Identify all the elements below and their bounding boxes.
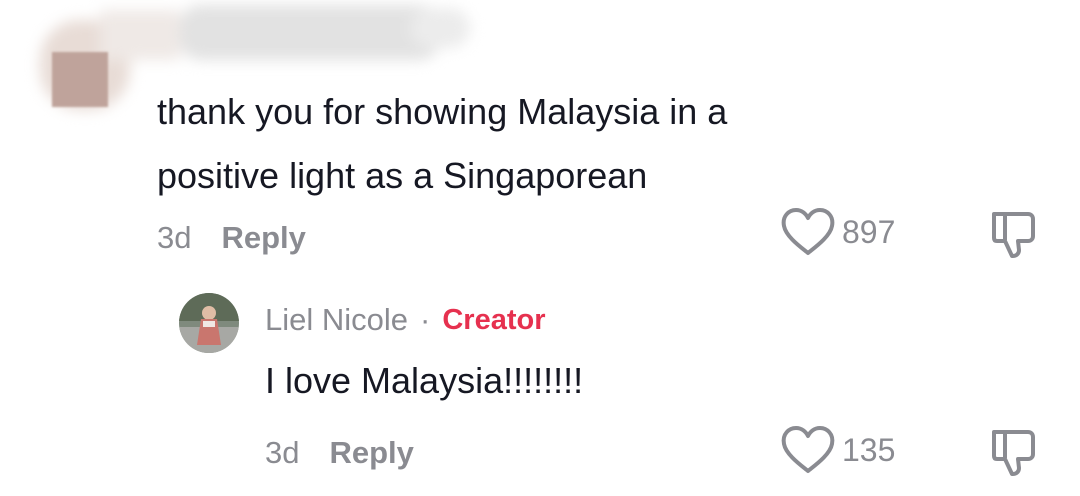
reply-like-count: 135 [842, 431, 896, 468]
heart-outline-icon [781, 208, 835, 255]
comment-reply-button[interactable]: Reply [221, 220, 305, 256]
reply-reply-button[interactable]: Reply [329, 435, 413, 471]
comment-text-line2: positive light as a Singaporean [157, 155, 648, 196]
reply-header: Liel Nicole · Creator [265, 302, 546, 338]
comment-text-line1: thank you for showing Malaysia in a [157, 91, 728, 132]
creator-badge: Creator [442, 303, 546, 336]
avatar-photo [179, 293, 239, 353]
comment-meta: 3d Reply [157, 220, 306, 256]
reply-meta: 3d Reply [265, 435, 414, 471]
comment-like-button[interactable]: 897 [780, 206, 895, 258]
thumbs-down-icon [992, 212, 1035, 258]
reply-username[interactable]: Liel Nicole [265, 302, 408, 338]
thumbs-down-icon [992, 430, 1035, 476]
reply-like-button[interactable]: 135 [780, 424, 895, 476]
reply-timestamp: 3d [265, 435, 300, 470]
comment-text: thank you for showing Malaysia in a posi… [157, 80, 917, 208]
reply-text: I love Malaysia!!!!!!!! [265, 360, 584, 401]
comment-dislike-button[interactable] [988, 210, 1038, 263]
separator-dot: · [420, 302, 431, 337]
reply-dislike-button[interactable] [988, 428, 1038, 481]
comment-timestamp: 3d [157, 220, 192, 255]
heart-outline-icon [781, 426, 835, 473]
avatar[interactable] [179, 293, 239, 353]
comment-like-count: 897 [842, 213, 896, 250]
